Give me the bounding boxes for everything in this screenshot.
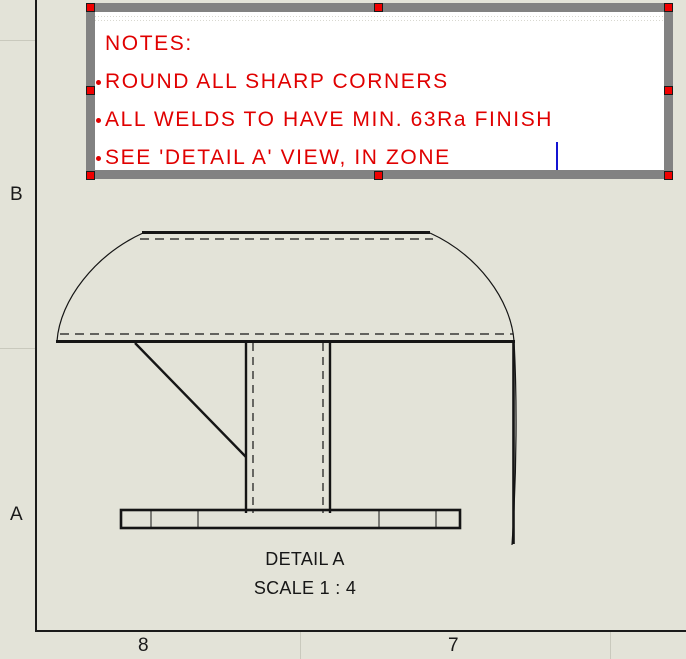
notes-text-box-content[interactable]: NOTES: ROUND ALL SHARP CORNERS ALL WELDS… [95, 12, 664, 170]
zone-divider-bottom-1 [300, 632, 301, 659]
handle-middle-left[interactable] [86, 86, 95, 95]
text-guide-line-top-2 [95, 20, 664, 21]
text-guide-line-top [95, 16, 664, 17]
note-line-heading[interactable]: NOTES: [105, 32, 193, 56]
dome-left-arc [56, 232, 144, 342]
zone-divider-left-middle [0, 348, 35, 349]
note-line-2-text: ALL WELDS TO HAVE MIN. 63Ra FINISH [105, 108, 554, 131]
handle-top-left[interactable] [86, 3, 95, 12]
note-line-heading-text: NOTES: [105, 32, 193, 55]
dome-right-arc-upper [429, 232, 515, 342]
note-line-1-text: ROUND ALL SHARP CORNERS [105, 70, 449, 93]
note-line-2[interactable]: ALL WELDS TO HAVE MIN. 63Ra FINISH [96, 108, 554, 132]
handle-bottom-left[interactable] [86, 171, 95, 180]
zone-divider-left-top [0, 40, 35, 41]
zone-label-b: B [10, 184, 23, 205]
sheet-frame-left-border [35, 0, 37, 632]
note-line-1[interactable]: ROUND ALL SHARP CORNERS [96, 70, 449, 94]
handle-bottom-right[interactable] [664, 171, 673, 180]
text-caret [556, 142, 558, 170]
handle-top-right[interactable] [664, 3, 673, 12]
note-bullet-icon-3 [96, 156, 101, 161]
gusset-diagonal [134, 342, 247, 458]
base-plate [119, 508, 462, 530]
detail-view-title: DETAIL A [265, 549, 345, 569]
handle-top-center[interactable] [374, 3, 383, 12]
note-bullet-icon-2 [96, 118, 101, 123]
zone-label-a: A [10, 504, 23, 525]
handle-bottom-center[interactable] [374, 171, 383, 180]
detail-view-scale: SCALE 1 : 4 [253, 578, 357, 598]
cad-drawing-canvas[interactable]: B A 8 7 DETAIL A SCALE 1: 4 NOTES: ROUN… [0, 0, 686, 659]
zone-divider-bottom-2 [610, 632, 611, 659]
sheet-frame-bottom-border [35, 630, 686, 632]
note-line-3[interactable]: SEE 'DETAIL A' VIEW, IN ZONE [96, 146, 451, 170]
note-line-3-text: SEE 'DETAIL A' VIEW, IN ZONE [105, 146, 451, 169]
dome-right-arc-lower [511, 340, 517, 546]
note-bullet-icon-1 [96, 80, 101, 85]
zone-label-7: 7 [448, 635, 459, 656]
zone-label-8: 8 [138, 635, 149, 656]
handle-middle-right[interactable] [664, 86, 673, 95]
notes-text-box[interactable]: NOTES: ROUND ALL SHARP CORNERS ALL WELDS… [86, 3, 673, 179]
